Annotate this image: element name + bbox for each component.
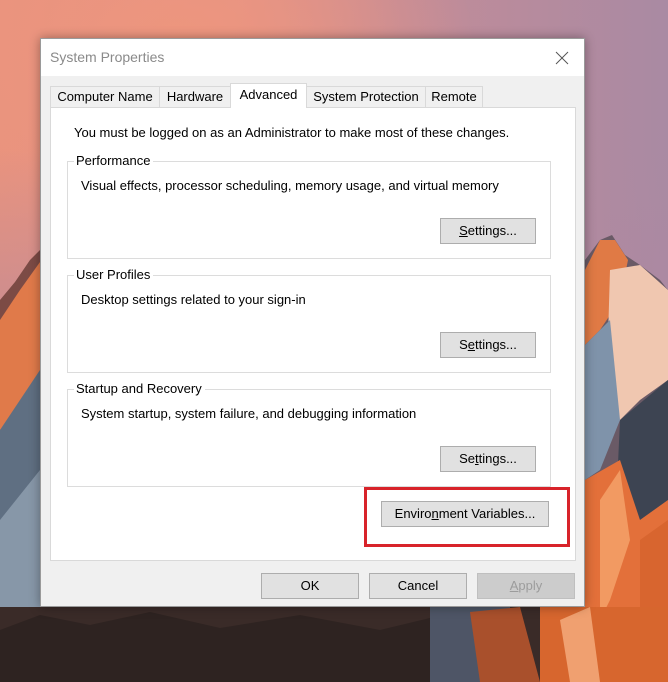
tab-hardware[interactable]: Hardware xyxy=(159,86,231,107)
group-title: Performance xyxy=(74,153,154,169)
group-description: Visual effects, processor scheduling, me… xyxy=(81,178,499,193)
user-profiles-settings-button[interactable]: Settings... xyxy=(440,332,536,358)
window-title: System Properties xyxy=(50,49,165,65)
performance-group: Performance Visual effects, processor sc… xyxy=(67,153,551,259)
close-x-icon xyxy=(555,51,568,64)
system-properties-dialog: System Properties Computer Name Hardware… xyxy=(40,38,585,607)
tab-advanced[interactable]: Advanced xyxy=(230,83,307,108)
group-description: System startup, system failure, and debu… xyxy=(81,406,417,421)
tab-system-protection[interactable]: System Protection xyxy=(306,86,426,107)
performance-settings-button[interactable]: Settings... xyxy=(440,218,536,244)
title-bar: System Properties xyxy=(41,39,584,76)
close-button[interactable] xyxy=(539,39,584,76)
group-title: User Profiles xyxy=(74,267,154,283)
tab-remote[interactable]: Remote xyxy=(425,86,483,107)
accelerator-key: e xyxy=(467,337,475,352)
tab-computer-name[interactable]: Computer Name xyxy=(50,86,160,107)
group-title: Startup and Recovery xyxy=(74,381,205,397)
group-description: Desktop settings related to your sign-in xyxy=(81,292,306,307)
user-profiles-group: User Profiles Desktop settings related t… xyxy=(67,267,551,373)
cancel-button[interactable]: Cancel xyxy=(369,573,467,599)
apply-button[interactable]: Apply xyxy=(477,573,575,599)
accelerator-key: S xyxy=(459,223,468,238)
startup-recovery-settings-button[interactable]: Settings... xyxy=(440,446,536,472)
accelerator-key: n xyxy=(431,506,439,521)
environment-variables-button[interactable]: Environment Variables... xyxy=(381,501,549,527)
startup-recovery-group: Startup and Recovery System startup, sys… xyxy=(67,381,551,487)
admin-note: You must be logged on as an Administrato… xyxy=(74,125,510,140)
ok-button[interactable]: OK xyxy=(261,573,359,599)
